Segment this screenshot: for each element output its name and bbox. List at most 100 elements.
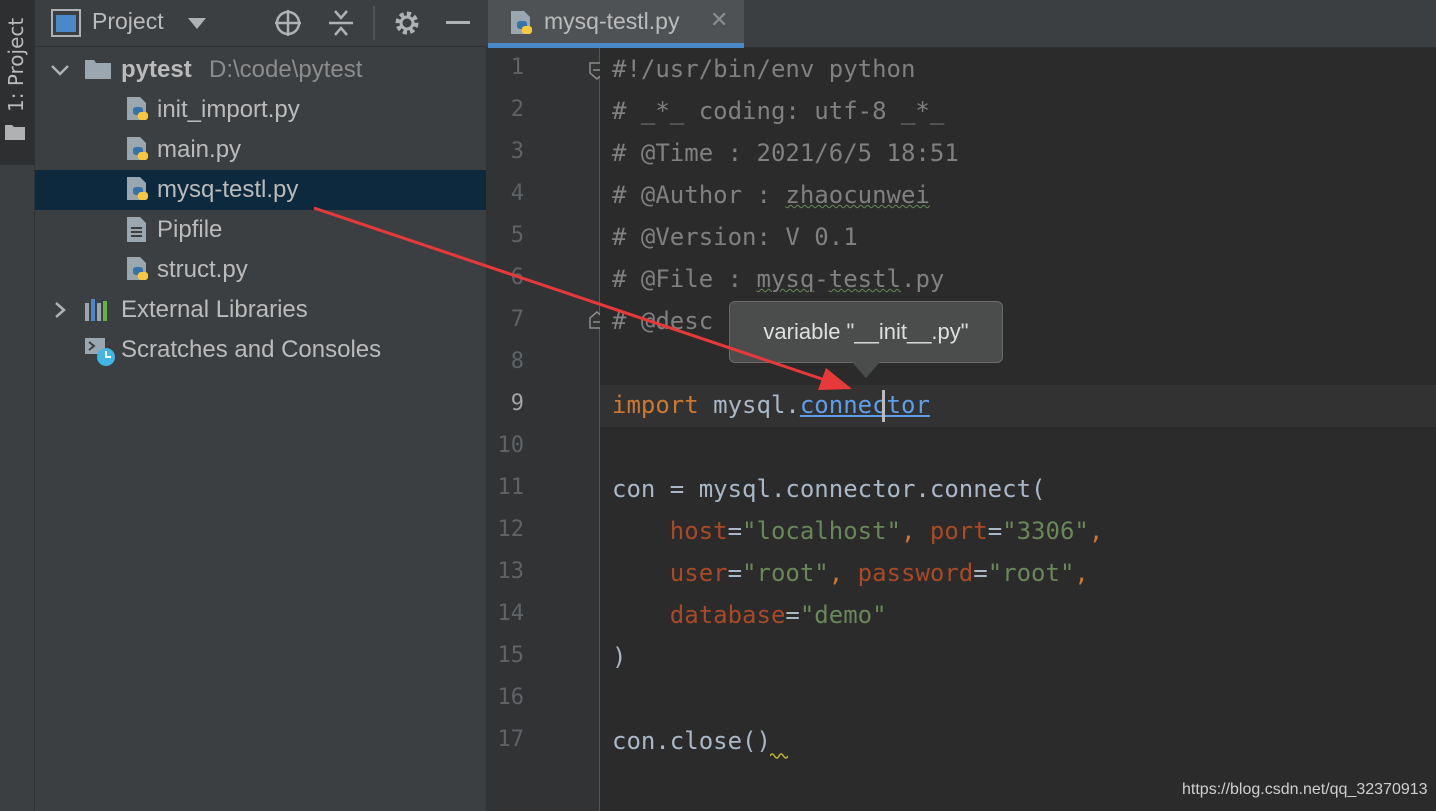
code-token: - [814,265,829,293]
code-token: = [973,559,988,587]
code-editor[interactable]: #!/usr/bin/env python # _*_ coding: utf-… [600,48,1436,811]
code-line-13: user="root", password="root", [612,552,1089,594]
tree-item-label: init_import.py [157,96,300,123]
line-number: 11 [497,475,525,500]
chevron-down-icon[interactable] [187,16,207,30]
quick-info-tooltip: variable "__init__.py" [729,301,1003,363]
code-token: , [1074,559,1089,587]
string-token: "demo" [799,601,887,629]
code-line-3: # @Time : 2021/6/5 18:51 [612,139,959,167]
python-file-icon [127,177,148,200]
project-panel-header: Project [35,0,486,47]
line-number: 5 [510,223,524,248]
module-reference[interactable]: connector [800,391,930,419]
string-token: "root" [742,559,829,587]
code-line-6: # @File : mysq-testl.py [612,258,944,300]
line-number: 15 [497,643,525,668]
watermark-text: https://blog.csdn.net/qq_32370913 [1182,781,1428,798]
editor-gutter: 1 2 3 4 5 6 7 8 9 10 11 12 13 14 15 16 1… [486,48,605,811]
tree-item-external-libraries[interactable]: External Libraries [35,290,486,330]
line-number-current: 9 [510,391,524,416]
editor-tab-mysq-testl[interactable]: mysq-testl.py ✕ [488,0,744,48]
code-token: = [727,517,743,545]
code-token: # @Author : [612,181,786,209]
code-token: = [987,517,1003,545]
keyword-token: import [612,391,699,419]
param-token: database [669,601,786,629]
project-view-icon [51,9,81,37]
collapse-all-icon[interactable] [327,8,355,38]
code-line-12: host="localhost", port="3306", [612,510,1104,552]
param-token: port [929,517,988,545]
string-token: "3306" [1002,517,1089,545]
folder-icon [85,60,111,79]
code-line-17: con.close() [612,727,771,755]
python-file-icon [127,257,148,280]
line-number: 14 [497,601,525,626]
tree-item-label: Scratches and Consoles [121,336,382,363]
project-root-path: D:\code\pytest [209,56,363,83]
line-number: 8 [510,349,524,374]
tool-window-strip: 1: Project [0,0,35,811]
line-number: 10 [497,433,525,458]
code-line-15: ) [612,643,627,671]
tree-item-mysq-testl[interactable]: mysq-testl.py [35,170,486,210]
project-tool-window-tab[interactable]: 1: Project [0,0,35,165]
python-file-icon [511,11,532,34]
line-number: 1 [510,55,524,80]
text-file-icon [127,217,146,242]
python-file-icon [127,97,148,120]
gear-icon[interactable] [392,8,422,38]
library-icon [85,299,107,321]
chevron-right-icon[interactable] [49,300,71,320]
project-panel: Project pytest D:\code\pytest init_impor… [35,0,486,811]
tree-item-scratches[interactable]: Scratches and Consoles [35,330,486,370]
tree-item-label: External Libraries [121,296,308,323]
line-number: 17 [497,727,525,752]
tree-item-struct[interactable]: struct.py [35,250,486,290]
line-number: 4 [510,181,524,206]
editor-tab-label: mysq-testl.py [544,8,680,34]
tree-item-label: main.py [157,136,242,163]
warning-squiggle [770,753,788,759]
typo-token: testl [828,265,901,293]
line-number: 7 [510,307,524,332]
code-token: = [727,559,743,587]
code-line-14: database="demo" [612,594,887,636]
locate-file-icon[interactable] [273,8,303,38]
python-file-icon [127,137,148,160]
code-token: , [1088,517,1104,545]
project-view-dropdown[interactable]: Project [92,8,164,35]
line-number: 12 [497,517,525,542]
tree-item-main[interactable]: main.py [35,130,486,170]
text-caret [882,390,885,422]
string-token: "root" [987,559,1075,587]
tree-item-pipfile[interactable]: Pipfile [35,210,486,250]
scratches-icon [85,338,115,366]
code-line-5: # @Version: V 0.1 [612,223,858,251]
tree-item-init-import[interactable]: init_import.py [35,90,486,130]
string-token: "localhost" [742,517,901,545]
header-divider [373,6,375,40]
code-token: # @File : [612,265,757,293]
code-token: = [785,601,800,629]
typo-token: mysq [756,265,815,293]
project-tool-window-label: 1: Project [4,17,28,112]
code-line-1: #!/usr/bin/env python [612,55,916,83]
code-line-4: # @Author : zhaocunwei [612,174,930,216]
tree-item-pytest[interactable]: pytest D:\code\pytest [35,50,486,90]
code-line-2: # _*_ coding: utf-8 _*_ [612,97,945,125]
chevron-down-icon[interactable] [49,60,71,80]
editor-tab-bar: mysq-testl.py ✕ [486,0,1436,48]
line-number: 6 [510,265,524,290]
hide-panel-icon[interactable] [446,21,470,24]
code-line-11: con = mysql.connector.connect( [612,475,1046,503]
folder-icon [5,125,25,140]
code-line-7: # @desc [612,307,714,335]
code-token: , [901,517,930,545]
close-icon[interactable]: ✕ [710,8,728,33]
code-token: .py [901,265,945,293]
